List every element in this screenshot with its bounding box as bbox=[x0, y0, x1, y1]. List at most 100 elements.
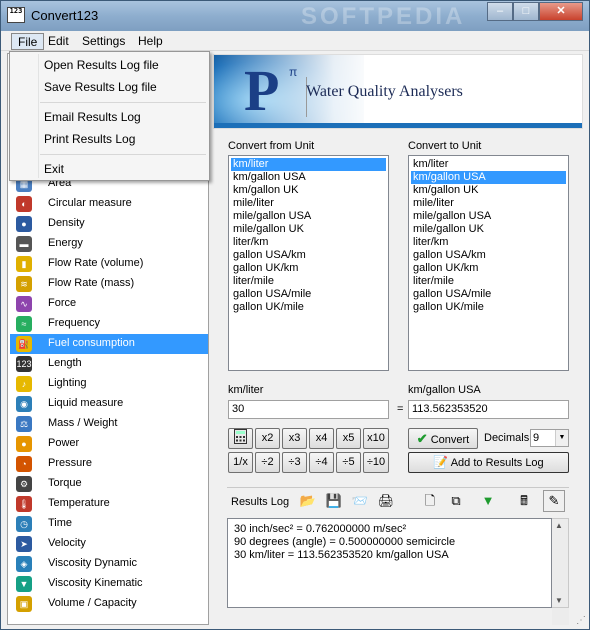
category-item[interactable]: ● Density bbox=[10, 214, 208, 234]
unit-list-item[interactable]: km/gallon UK bbox=[411, 184, 566, 197]
category-item[interactable]: ◐ Circular measure bbox=[10, 194, 208, 214]
category-item[interactable]: 123 Length bbox=[10, 354, 208, 374]
frequency-icon: ≈ bbox=[16, 316, 32, 332]
category-item[interactable]: ⚙ Torque bbox=[10, 474, 208, 494]
unit-list-item[interactable]: gallon USA/km bbox=[231, 249, 386, 262]
category-item[interactable]: ◈ Viscosity Dynamic bbox=[10, 554, 208, 574]
category-item[interactable]: ● Power bbox=[10, 434, 208, 454]
save-icon[interactable]: 💾 bbox=[323, 490, 345, 512]
unit-list-item[interactable]: liter/mile bbox=[231, 275, 386, 288]
from-value-label: km/liter bbox=[228, 384, 264, 396]
decimals-select[interactable]: 9 ▼ bbox=[530, 429, 569, 447]
category-item[interactable]: ◉ Liquid measure bbox=[10, 394, 208, 414]
email-icon[interactable]: 📨 bbox=[349, 490, 371, 512]
category-item[interactable]: ⛽ Fuel consumption bbox=[10, 334, 208, 354]
multiply-5-button[interactable]: x5 bbox=[336, 428, 361, 449]
category-item[interactable]: ▮ Flow Rate (volume) bbox=[10, 254, 208, 274]
unit-list-item[interactable]: gallon UK/km bbox=[411, 262, 566, 275]
category-item[interactable]: ▼ Viscosity Kinematic bbox=[10, 574, 208, 594]
menu-help[interactable]: Help bbox=[132, 33, 169, 50]
category-item[interactable]: 🌡 Temperature bbox=[10, 494, 208, 514]
category-item[interactable]: ⚖ Mass / Weight bbox=[10, 414, 208, 434]
reciprocal-button[interactable]: 1/x bbox=[228, 452, 253, 473]
category-label: Viscosity Kinematic bbox=[48, 577, 143, 589]
menu-email-log[interactable]: Email Results Log bbox=[44, 110, 141, 124]
unit-list-item[interactable]: gallon USA/mile bbox=[411, 288, 566, 301]
unit-list-item[interactable]: mile/liter bbox=[231, 197, 386, 210]
category-item[interactable]: ≈ Frequency bbox=[10, 314, 208, 334]
unit-list-item[interactable]: km/liter bbox=[231, 158, 386, 171]
menu-edit[interactable]: Edit bbox=[42, 33, 75, 50]
to-value-field[interactable]: 113.562353520 bbox=[408, 400, 569, 419]
unit-list-item[interactable]: gallon UK/mile bbox=[411, 301, 566, 314]
results-log-text[interactable]: 30 inch/sec² = 0.762000000 m/sec² 90 deg… bbox=[227, 518, 552, 608]
unit-list-item[interactable]: mile/gallon USA bbox=[411, 210, 566, 223]
multiply-3-button[interactable]: x3 bbox=[282, 428, 307, 449]
menu-open-log[interactable]: Open Results Log file bbox=[44, 58, 159, 72]
unit-list-item[interactable]: liter/mile bbox=[411, 275, 566, 288]
unit-list-item[interactable]: km/gallon USA bbox=[231, 171, 386, 184]
category-item[interactable]: ▬ Energy bbox=[10, 234, 208, 254]
category-item[interactable]: ≋ Flow Rate (mass) bbox=[10, 274, 208, 294]
unit-list-item[interactable]: km/liter bbox=[411, 158, 566, 171]
multiply-4-button[interactable]: x4 bbox=[309, 428, 334, 449]
unit-list-item[interactable]: gallon USA/mile bbox=[231, 288, 386, 301]
category-item[interactable]: ◷ Time bbox=[10, 514, 208, 534]
add-to-results-log-button[interactable]: 📝 Add to Results Log bbox=[408, 452, 569, 473]
divide-4-button[interactable]: ÷4 bbox=[309, 452, 334, 473]
minimize-button[interactable]: – bbox=[487, 2, 513, 21]
resize-grip-icon[interactable]: ⋰ bbox=[576, 615, 586, 626]
unit-list-item[interactable]: gallon UK/mile bbox=[231, 301, 386, 314]
unit-list-item[interactable]: gallon USA/km bbox=[411, 249, 566, 262]
title-bar[interactable]: 123 Convert123 SOFTPEDIA – □ ✕ bbox=[1, 1, 589, 31]
volume-icon: ▣ bbox=[16, 596, 32, 612]
advert-banner[interactable]: P π Water Quality Analysers bbox=[213, 54, 583, 129]
chevron-down-icon[interactable]: ▼ bbox=[555, 430, 568, 446]
copy-icon[interactable]: ⧉ bbox=[445, 490, 467, 512]
unit-list-item[interactable]: mile/gallon UK bbox=[231, 223, 386, 236]
divide-10-button[interactable]: ÷10 bbox=[363, 452, 389, 473]
open-folder-icon[interactable]: 📂 bbox=[297, 490, 319, 512]
category-item[interactable]: ➤ Velocity bbox=[10, 534, 208, 554]
scroll-down-icon[interactable]: ▼ bbox=[555, 596, 563, 605]
close-button[interactable]: ✕ bbox=[539, 2, 583, 21]
unit-list-item[interactable]: mile/liter bbox=[411, 197, 566, 210]
category-item[interactable]: ◔ Pressure bbox=[10, 454, 208, 474]
notepad-icon[interactable]: ✎ bbox=[543, 490, 565, 512]
print-icon[interactable]: 🖨 bbox=[375, 490, 397, 512]
unit-list-item[interactable]: gallon UK/km bbox=[231, 262, 386, 275]
from-value-input[interactable]: 30 bbox=[228, 400, 389, 419]
multiply-10-button[interactable]: x10 bbox=[363, 428, 389, 449]
clear-filter-icon[interactable]: ▼ bbox=[477, 490, 499, 512]
unit-list-item[interactable]: mile/gallon USA bbox=[231, 210, 386, 223]
category-item[interactable]: ♪ Lighting bbox=[10, 374, 208, 394]
menu-save-log[interactable]: Save Results Log file bbox=[44, 80, 157, 94]
calculator-icon[interactable]: 🖩 bbox=[513, 490, 535, 512]
convert-to-list[interactable]: km/liter km/gallon USA km/gallon UK mile/li… bbox=[408, 155, 569, 371]
multiply-2-button[interactable]: x2 bbox=[255, 428, 280, 449]
category-item[interactable]: ▣ Volume / Capacity bbox=[10, 594, 208, 614]
menu-settings[interactable]: Settings bbox=[76, 33, 131, 50]
divide-5-button[interactable]: ÷5 bbox=[336, 452, 361, 473]
divide-3-button[interactable]: ÷3 bbox=[282, 452, 307, 473]
unit-list-item[interactable]: km/gallon UK bbox=[231, 184, 386, 197]
energy-icon: ▬ bbox=[16, 236, 32, 252]
convert-from-list[interactable]: km/liter km/gallon USA km/gallon UK mile/li… bbox=[228, 155, 389, 371]
results-scrollbar[interactable]: ▲ ▼ bbox=[552, 518, 569, 608]
menu-print-log[interactable]: Print Results Log bbox=[44, 132, 135, 146]
unit-list-item[interactable]: liter/km bbox=[411, 236, 566, 249]
category-item[interactable]: ∿ Force bbox=[10, 294, 208, 314]
unit-list-item[interactable]: mile/gallon UK bbox=[411, 223, 566, 236]
app-icon: 123 bbox=[7, 7, 25, 23]
calculator-button[interactable] bbox=[228, 428, 253, 449]
unit-list-item[interactable]: km/gallon USA bbox=[411, 171, 566, 184]
maximize-button[interactable]: □ bbox=[513, 2, 539, 21]
menu-exit[interactable]: Exit bbox=[44, 162, 64, 176]
scroll-up-icon[interactable]: ▲ bbox=[555, 521, 563, 530]
menu-file[interactable]: File bbox=[11, 33, 45, 50]
divide-2-button[interactable]: ÷2 bbox=[255, 452, 280, 473]
edit-log-icon: 📝 bbox=[433, 455, 449, 469]
convert-button[interactable]: ✔ Convert bbox=[408, 428, 478, 449]
new-document-icon[interactable]: 🗋 bbox=[419, 490, 441, 512]
unit-list-item[interactable]: liter/km bbox=[231, 236, 386, 249]
